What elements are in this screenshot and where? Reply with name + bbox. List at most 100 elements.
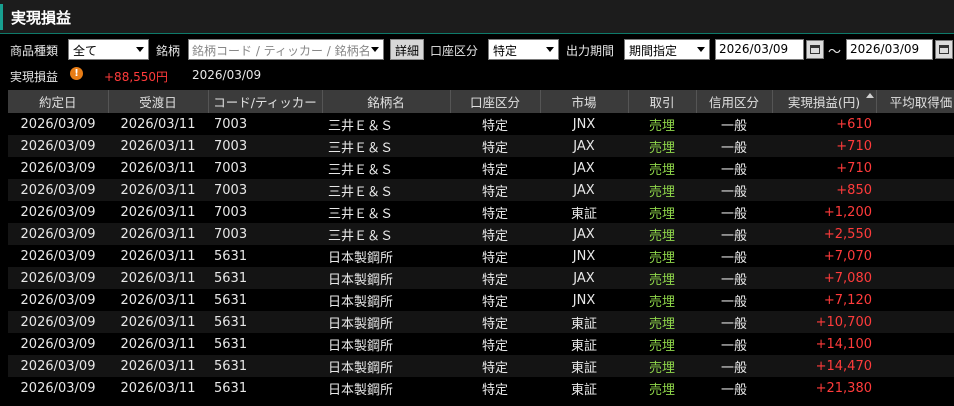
product-type-value: 全て (73, 44, 98, 58)
table-row[interactable]: 2026/03/09 2026/03/11 5631 日本製鋼所 特定 東証 売埋 一般 +10… (8, 311, 954, 333)
column-header-margin-type[interactable]: 信用区分 (696, 90, 773, 113)
trade-date-cell: 2026/03/09 (8, 223, 108, 245)
settlement-date-cell: 2026/03/11 (108, 377, 208, 399)
settlement-date-cell: 2026/03/11 (108, 135, 208, 157)
trade-cell: 売埋 (628, 135, 696, 157)
trade-cell: 売埋 (628, 245, 696, 267)
avg-cost-cell (876, 113, 954, 135)
table-row[interactable]: 2026/03/09 2026/03/11 7003 三井Ｅ＆Ｓ 特定 東証 売埋 一般 +1,… (8, 201, 954, 223)
margin-type-cell: 一般 (696, 179, 772, 201)
market-cell: JNX (540, 289, 628, 311)
table-row[interactable]: 2026/03/09 2026/03/11 5631 日本製鋼所 特定 東証 売埋 一般 +21… (8, 377, 954, 399)
margin-type-cell: 一般 (696, 311, 772, 333)
column-header-realized-pnl[interactable]: 実現損益(円) (772, 90, 877, 113)
margin-type-cell: 一般 (696, 223, 772, 245)
realized-pnl-cell: +14,100 (772, 333, 876, 355)
detail-button[interactable]: 詳細 (390, 39, 425, 60)
avg-cost-cell (876, 377, 954, 399)
account-type-select[interactable]: 特定 (488, 39, 559, 60)
market-cell: 東証 (540, 201, 628, 223)
trade-cell: 売埋 (628, 267, 696, 289)
margin-type-cell: 一般 (696, 157, 772, 179)
trade-date-cell: 2026/03/09 (8, 201, 108, 223)
table-row[interactable]: 2026/03/09 2026/03/11 5631 日本製鋼所 特定 JNX 売埋 一般 +7… (8, 245, 954, 267)
settlement-date-cell: 2026/03/11 (108, 333, 208, 355)
trade-date-cell: 2026/03/09 (8, 113, 108, 135)
name-cell: 日本製鋼所 (322, 245, 450, 267)
period-select[interactable]: 期間指定 (624, 39, 710, 60)
market-cell: JNX (540, 113, 628, 135)
trade-cell: 売埋 (628, 377, 696, 399)
margin-type-cell: 一般 (696, 333, 772, 355)
market-cell: JAX (540, 157, 628, 179)
trade-cell: 売埋 (628, 157, 696, 179)
column-header-code[interactable]: コード/ティッカー (208, 90, 323, 113)
trade-cell: 売埋 (628, 311, 696, 333)
account-cell: 特定 (450, 201, 540, 223)
code-cell: 5631 (208, 377, 322, 399)
warning-icon[interactable]: ! (70, 67, 83, 80)
margin-type-cell: 一般 (696, 113, 772, 135)
table-row[interactable]: 2026/03/09 2026/03/11 7003 三井Ｅ＆Ｓ 特定 JAX 売埋 一般 +7… (8, 135, 954, 157)
avg-cost-cell (876, 333, 954, 355)
avg-cost-cell (876, 289, 954, 311)
realized-pnl-cell: +850 (772, 179, 876, 201)
account-type-label: 口座区分 (430, 44, 479, 58)
trade-date-cell: 2026/03/09 (8, 157, 108, 179)
product-type-label: 商品種類 (10, 44, 59, 58)
period-value: 期間指定 (629, 44, 678, 58)
column-header-trade[interactable]: 取引 (628, 90, 697, 113)
table-row[interactable]: 2026/03/09 2026/03/11 5631 日本製鋼所 特定 JNX 売埋 一般 +7… (8, 289, 954, 311)
trade-date-cell: 2026/03/09 (8, 179, 108, 201)
realized-pnl-cell: +7,120 (772, 289, 876, 311)
realized-pnl-total: +88,550円 (104, 70, 169, 84)
name-cell: 日本製鋼所 (322, 333, 450, 355)
column-header-trade-date[interactable]: 約定日 (8, 90, 109, 113)
settlement-date-cell: 2026/03/11 (108, 157, 208, 179)
trade-date-cell: 2026/03/09 (8, 311, 108, 333)
table-row[interactable]: 2026/03/09 2026/03/11 7003 三井Ｅ＆Ｓ 特定 JAX 売埋 一般 +8… (8, 179, 954, 201)
table-row[interactable]: 2026/03/09 2026/03/11 7003 三井Ｅ＆Ｓ 特定 JAX 売埋 一般 +7… (8, 157, 954, 179)
name-cell: 日本製鋼所 (322, 377, 450, 399)
account-cell: 特定 (450, 245, 540, 267)
realized-pnl-cell: +21,380 (772, 377, 876, 399)
column-header-market[interactable]: 市場 (540, 90, 629, 113)
calendar-icon[interactable] (806, 40, 824, 59)
table-row[interactable]: 2026/03/09 2026/03/11 7003 三井Ｅ＆Ｓ 特定 JAX 売埋 一般 +2… (8, 223, 954, 245)
realized-pnl-cell: +610 (772, 113, 876, 135)
code-cell: 5631 (208, 267, 322, 289)
product-type-select[interactable]: 全て (68, 39, 149, 60)
date-from-value: 2026/03/09 (719, 42, 789, 56)
account-cell: 特定 (450, 135, 540, 157)
table-row[interactable]: 2026/03/09 2026/03/11 5631 日本製鋼所 特定 東証 売埋 一般 +14… (8, 333, 954, 355)
settlement-date-cell: 2026/03/11 (108, 267, 208, 289)
chevron-down-icon (371, 47, 379, 52)
date-to-input[interactable]: 2026/03/09 (846, 39, 933, 60)
column-header-account[interactable]: 口座区分 (450, 90, 541, 113)
table-row[interactable]: 2026/03/09 2026/03/11 7003 三井Ｅ＆Ｓ 特定 JNX 売埋 一般 +6… (8, 113, 954, 135)
column-header-name[interactable]: 銘柄名 (322, 90, 451, 113)
trade-cell: 売埋 (628, 179, 696, 201)
realized-pnl-cell: +2,550 (772, 223, 876, 245)
settlement-date-cell: 2026/03/11 (108, 355, 208, 377)
filter-bar: 商品種類 全て 銘柄 銘柄コード / ティッカー / 銘柄名 詳細 口座区分 特… (0, 38, 954, 62)
code-cell: 7003 (208, 157, 322, 179)
market-cell: 東証 (540, 311, 628, 333)
market-cell: 東証 (540, 355, 628, 377)
settlement-date-cell: 2026/03/11 (108, 289, 208, 311)
table-row[interactable]: 2026/03/09 2026/03/11 5631 日本製鋼所 特定 JAX 売埋 一般 +7… (8, 267, 954, 289)
realized-pnl-cell: +10,700 (772, 311, 876, 333)
column-header-settlement-date[interactable]: 受渡日 (108, 90, 209, 113)
column-header-avg-cost[interactable]: 平均取得価 (876, 90, 954, 113)
table-row[interactable]: 2026/03/09 2026/03/11 5631 日本製鋼所 特定 東証 売埋 一般 +14… (8, 355, 954, 377)
code-cell: 7003 (208, 179, 322, 201)
avg-cost-cell (876, 223, 954, 245)
trade-date-cell: 2026/03/09 (8, 355, 108, 377)
code-cell: 7003 (208, 223, 322, 245)
date-from-input[interactable]: 2026/03/09 (715, 39, 804, 60)
symbol-input[interactable]: 銘柄コード / ティッカー / 銘柄名 (188, 39, 384, 60)
settlement-date-cell: 2026/03/11 (108, 201, 208, 223)
avg-cost-cell (876, 311, 954, 333)
calendar-icon[interactable] (935, 40, 953, 59)
name-cell: 三井Ｅ＆Ｓ (322, 201, 450, 223)
